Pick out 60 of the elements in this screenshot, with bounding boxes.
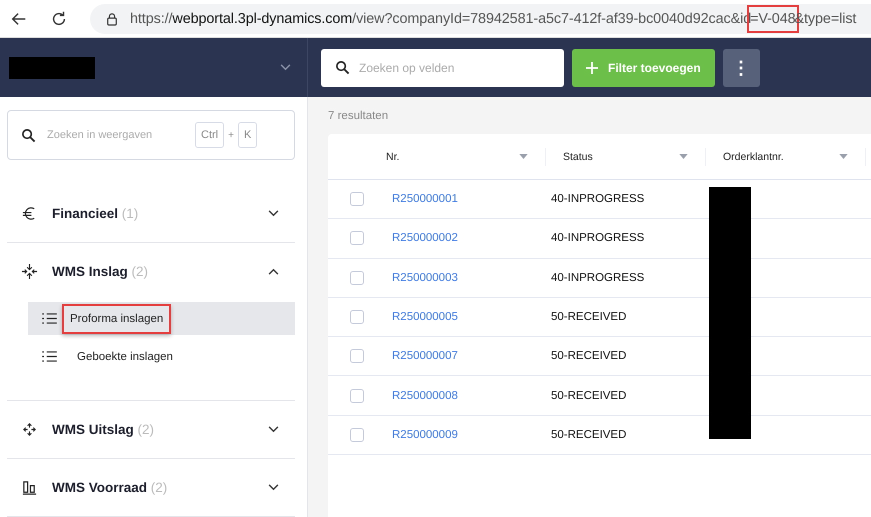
chevron-icon	[268, 268, 279, 275]
sort-caret-icon	[679, 154, 688, 159]
menu-group-header[interactable]: WMS Voorraad (2)	[7, 459, 295, 516]
table-cell: 50-RECEIVED	[551, 390, 626, 402]
bars-icon	[21, 479, 38, 496]
search-field[interactable]: Zoeken op velden	[321, 48, 564, 86]
arrows-inward-icon	[21, 263, 38, 280]
search-icon	[335, 60, 350, 75]
order-number-link[interactable]: R250000009	[392, 428, 458, 441]
table-cell: 50-RECEIVED	[551, 311, 626, 324]
row-checkbox[interactable]	[350, 192, 364, 206]
menu-group-label: WMS Inslag (2)	[52, 264, 150, 279]
menu-group-label: WMS Voorraad (2)	[52, 480, 168, 495]
key-cap: K	[238, 122, 258, 148]
menu-item[interactable]: Proforma inslagen	[28, 302, 295, 335]
order-number-link[interactable]: R250000002	[392, 232, 458, 244]
menu-group-label: Financieel (1)	[52, 206, 140, 221]
order-number-link[interactable]: R250000003	[392, 272, 458, 284]
column-header[interactable]: Nr.	[386, 148, 546, 166]
order-number-link[interactable]: R250000007	[392, 350, 458, 362]
more-button[interactable]: ⋮	[722, 48, 760, 86]
list-icon	[42, 351, 57, 362]
url-text: https://	[130, 10, 172, 26]
search-icon	[21, 128, 36, 142]
column-header[interactable]: Orderklantnr.	[706, 148, 866, 166]
chevron-icon	[268, 484, 279, 491]
menu-group-header[interactable]: WMS Uitslag (2)	[7, 401, 295, 458]
plus-icon	[586, 62, 598, 74]
arrows-outward-icon	[21, 421, 38, 438]
key-joiner: +	[228, 130, 234, 140]
row-checkbox[interactable]	[350, 231, 364, 246]
row-checkbox[interactable]	[350, 349, 364, 364]
order-number-link[interactable]: R250000008	[392, 390, 458, 402]
row-checkbox[interactable]	[350, 310, 364, 324]
row-checkbox[interactable]	[350, 428, 364, 442]
lock-icon	[106, 12, 118, 26]
order-number-link[interactable]: R250000001	[392, 193, 458, 206]
table-cell: 40-INPROGRESS	[551, 272, 644, 284]
menu-group-label: WMS Uitslag (2)	[52, 422, 156, 437]
sort-caret-icon	[839, 154, 848, 159]
table-cell: 50-RECEIVED	[551, 428, 626, 441]
sort-caret-icon	[519, 154, 528, 159]
menu-item[interactable]: Geboekte inslagen	[28, 340, 295, 373]
column-header[interactable]: Status	[546, 148, 706, 166]
chevron-down-icon[interactable]	[280, 64, 291, 71]
table-cell: 40-INPROGRESS	[551, 193, 644, 206]
list-icon	[42, 313, 57, 324]
row-checkbox[interactable]	[350, 388, 364, 403]
menu-group-header[interactable]: WMS Inslag (2)	[7, 243, 295, 300]
url-text: webportal.3pl-dynamics.com	[172, 10, 352, 26]
table-cell: 50-RECEIVED	[551, 350, 626, 362]
chevron-icon	[268, 210, 279, 217]
chevron-icon	[268, 426, 279, 433]
reload-icon[interactable]	[50, 10, 68, 28]
results-count: 7 resultaten	[328, 109, 390, 124]
table-cell: 40-INPROGRESS	[551, 232, 644, 244]
key-cap: Ctrl	[195, 122, 224, 148]
menu-group-header[interactable]: Financieel (1)	[7, 185, 295, 242]
row-checkbox[interactable]	[350, 270, 364, 285]
order-number-link[interactable]: R250000005	[392, 311, 458, 324]
